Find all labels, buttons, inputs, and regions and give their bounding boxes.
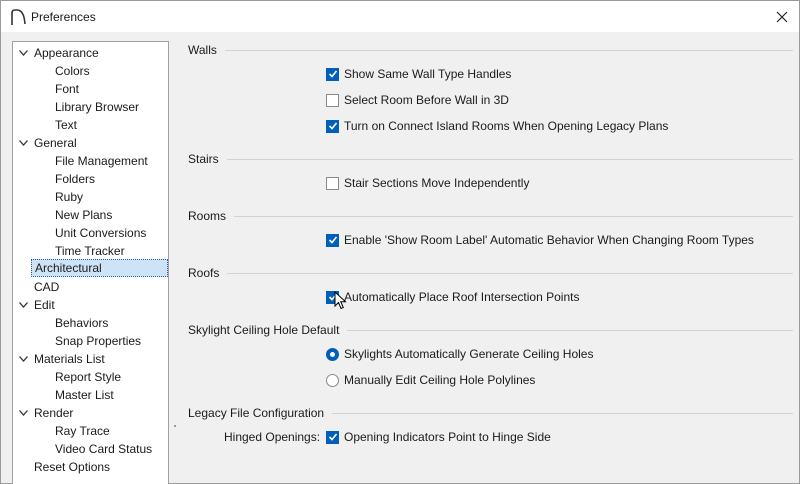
tree-item-cad[interactable]: CAD [34, 278, 59, 296]
tree-item-folders[interactable]: Folders [55, 170, 95, 188]
divider [224, 49, 793, 51]
tree-item-unit-conversions[interactable]: Unit Conversions [55, 224, 146, 242]
checkbox-checked[interactable] [326, 67, 339, 81]
splitter-grip [174, 425, 176, 427]
divider [227, 272, 793, 274]
tree-item-snap-properties[interactable]: Snap Properties [55, 332, 141, 350]
divider [332, 412, 793, 414]
tree-item-library-browser[interactable]: Library Browser [55, 98, 139, 116]
radio-unselected[interactable] [326, 373, 339, 387]
chevron-down-icon[interactable] [17, 350, 29, 368]
checkbox-unchecked[interactable] [326, 93, 339, 107]
option-label: Opening Indicators Point to Hinge Side [344, 430, 551, 444]
tree-item-file-management[interactable]: File Management [55, 152, 148, 170]
tree-item-colors[interactable]: Colors [55, 62, 90, 80]
section-title: Rooms [188, 209, 227, 223]
section-title: Legacy File Configuration [188, 406, 325, 420]
tree-item-general[interactable]: General [34, 134, 77, 152]
section-walls: Walls [188, 43, 793, 57]
section-skylight: Skylight Ceiling Hole Default [188, 323, 793, 337]
tree-item-materials-list[interactable]: Materials List [34, 350, 105, 368]
option-label: Enable 'Show Room Label' Automatic Behav… [344, 233, 754, 247]
tree-item-font[interactable]: Font [55, 80, 79, 98]
check-icon [328, 433, 337, 441]
tree-item-appearance[interactable]: Appearance [34, 44, 99, 62]
mouse-pointer-icon [334, 291, 347, 310]
panel-splitter[interactable] [173, 401, 177, 461]
tree-item-master-list[interactable]: Master List [55, 386, 114, 404]
divider [234, 215, 793, 217]
tree-item-render[interactable]: Render [34, 404, 73, 422]
option-stair-sections-move[interactable]: Stair Sections Move Independently [326, 174, 529, 192]
option-show-room-label[interactable]: Enable 'Show Room Label' Automatic Behav… [326, 231, 754, 249]
section-legacy: Legacy File Configuration [188, 406, 793, 420]
option-label: Automatically Place Roof Intersection Po… [344, 290, 580, 304]
divider [347, 329, 793, 331]
option-label: Stair Sections Move Independently [344, 176, 530, 190]
radio-selected[interactable] [326, 347, 339, 361]
close-button[interactable] [765, 1, 799, 32]
app-logo-icon [11, 9, 26, 25]
tree-item-text[interactable]: Text [55, 116, 77, 134]
option-label: Turn on Connect Island Rooms When Openin… [344, 119, 669, 133]
checkbox-unchecked[interactable] [326, 176, 339, 190]
option-connect-island-rooms[interactable]: Turn on Connect Island Rooms When Openin… [326, 117, 668, 135]
section-title: Walls [188, 43, 217, 57]
section-title: Skylight Ceiling Hole Default [188, 323, 340, 337]
tree-item-behaviors[interactable]: Behaviors [55, 314, 108, 332]
option-label: Show Same Wall Type Handles [344, 67, 512, 81]
chevron-down-icon[interactable] [17, 296, 29, 314]
section-title: Roofs [188, 266, 220, 280]
checkbox-checked[interactable] [326, 233, 339, 247]
hinged-openings-label: Hinged Openings: [224, 430, 321, 444]
option-show-same-wall-type-handles[interactable]: Show Same Wall Type Handles [326, 65, 511, 83]
option-label: Select Room Before Wall in 3D [344, 93, 509, 107]
option-indicators-hinge-side[interactable]: Opening Indicators Point to Hinge Side [326, 428, 551, 446]
tree-item-video-card-status[interactable]: Video Card Status [55, 440, 152, 458]
section-stairs: Stairs [188, 152, 793, 166]
close-icon [776, 11, 788, 22]
tree-item-edit[interactable]: Edit [34, 296, 55, 314]
tree-item-new-plans[interactable]: New Plans [55, 206, 112, 224]
tree-item-time-tracker[interactable]: Time Tracker [55, 242, 125, 260]
section-title: Stairs [188, 152, 219, 166]
checkbox-checked[interactable] [326, 430, 339, 444]
chevron-down-icon[interactable] [17, 134, 29, 152]
section-roofs: Roofs [188, 266, 793, 280]
tree-item-architectural[interactable]: Architectural [31, 259, 168, 277]
tree-item-report-style[interactable]: Report Style [55, 368, 121, 386]
category-tree[interactable]: Appearance Colors Font Library Browser T… [12, 41, 169, 484]
title-bar: Preferences [1, 1, 799, 32]
tree-item-ruby[interactable]: Ruby [55, 188, 83, 206]
option-select-room-before-wall[interactable]: Select Room Before Wall in 3D [326, 91, 509, 109]
tree-item-reset-options[interactable]: Reset Options [34, 458, 110, 476]
divider [226, 158, 793, 160]
option-roof-intersection-points[interactable]: Automatically Place Roof Intersection Po… [326, 288, 579, 306]
chevron-down-icon[interactable] [17, 404, 29, 422]
tree-item-ray-trace[interactable]: Ray Trace [55, 422, 110, 440]
options-panel: Walls Show Same Wall Type Handles Select… [188, 41, 793, 481]
window-title: Preferences [31, 10, 96, 24]
chevron-down-icon[interactable] [17, 44, 29, 62]
section-rooms: Rooms [188, 209, 793, 223]
option-label: Skylights Automatically Generate Ceiling… [344, 347, 594, 361]
option-skylights-generate-holes[interactable]: Skylights Automatically Generate Ceiling… [326, 345, 593, 363]
check-icon [328, 70, 337, 78]
option-label: Manually Edit Ceiling Hole Polylines [344, 373, 536, 387]
preferences-dialog: Preferences Appearance Colors Font Libra… [0, 0, 800, 484]
checkbox-checked[interactable] [326, 119, 339, 133]
check-icon [328, 122, 337, 130]
check-icon [328, 236, 337, 244]
option-manually-edit-holes[interactable]: Manually Edit Ceiling Hole Polylines [326, 371, 535, 389]
